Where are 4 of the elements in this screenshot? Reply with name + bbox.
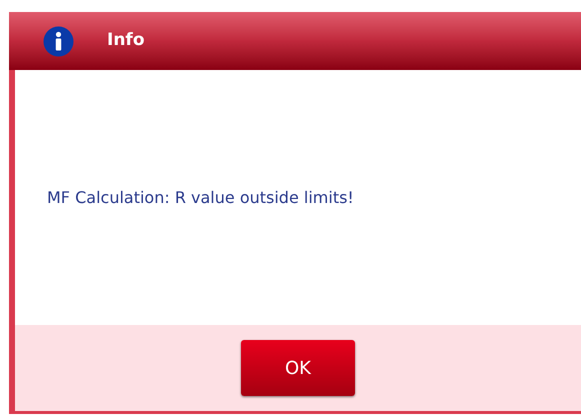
ok-button[interactable]: OK	[241, 340, 355, 396]
window-title: Info	[107, 29, 145, 52]
info-icon	[43, 26, 74, 56]
message-text: MF Calculation: R value outside limits!	[47, 186, 354, 208]
